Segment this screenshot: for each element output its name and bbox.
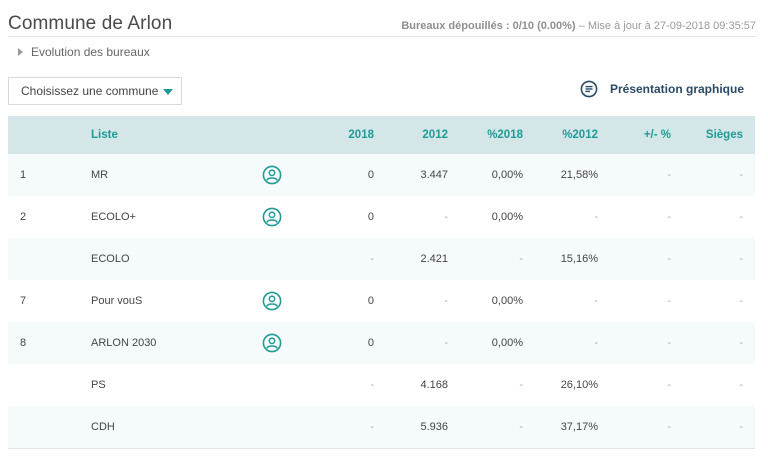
row-sieges: - — [739, 295, 743, 307]
row-percent-2018: 0,00% — [491, 295, 523, 307]
row-votes-2018: 0 — [367, 169, 374, 181]
row-percent-2018: 0,00% — [491, 337, 523, 349]
evolution-label: Evolution des bureaux — [31, 45, 150, 59]
candidates-cell — [261, 154, 283, 196]
chart-list-icon — [580, 80, 598, 98]
row-sieges: - — [739, 421, 743, 433]
row-votes-2012: - — [444, 337, 448, 349]
row-liste: Pour vouS — [91, 295, 143, 307]
candidates-person-icon[interactable] — [262, 291, 282, 311]
column-header-diff[interactable]: +/- % — [644, 116, 671, 154]
row-rank: 2 — [20, 211, 27, 223]
row-votes-2012: 5.936 — [420, 421, 448, 433]
row-votes-2012: 4.168 — [420, 379, 448, 391]
row-votes-2018: 0 — [367, 211, 374, 223]
row-votes-2012: - — [444, 211, 448, 223]
candidates-cell — [261, 196, 283, 238]
graphic-presentation-label: Présentation graphique — [609, 82, 744, 96]
column-header-percent-2018[interactable]: %2018 — [487, 116, 523, 154]
page-header: Commune de Arlon Bureaux dépouillés : 0/… — [8, 10, 756, 37]
page-title: Commune de Arlon — [8, 13, 173, 34]
candidates-cell — [261, 238, 283, 280]
column-header-percent-2012[interactable]: %2012 — [562, 116, 598, 154]
row-votes-2018: - — [370, 253, 374, 265]
row-diff: - — [667, 169, 671, 181]
candidates-person-icon[interactable] — [262, 165, 282, 185]
column-header-2012[interactable]: 2012 — [422, 116, 448, 154]
candidates-cell — [261, 406, 283, 448]
row-percent-2018: - — [519, 253, 523, 265]
column-header-sieges[interactable]: Sièges — [706, 116, 743, 154]
table-row[interactable]: 7 Pour vouS 0 - 0,00% - - - — [8, 280, 755, 322]
row-percent-2012: - — [594, 211, 598, 223]
row-votes-2018: 0 — [367, 295, 374, 307]
row-votes-2012: - — [444, 295, 448, 307]
row-rank: 1 — [20, 169, 27, 181]
row-votes-2018: - — [370, 379, 374, 391]
row-diff: - — [667, 337, 671, 349]
row-diff: - — [667, 421, 671, 433]
row-liste: PS — [91, 379, 106, 391]
row-rank: 8 — [20, 337, 27, 349]
row-votes-2012: 3.447 — [420, 169, 448, 181]
candidates-cell — [261, 280, 283, 322]
row-rank: 7 — [20, 295, 27, 307]
triangle-right-icon — [18, 48, 23, 56]
row-percent-2012: 21,58% — [560, 169, 598, 181]
caret-down-icon — [163, 89, 173, 95]
row-percent-2012: 37,17% — [560, 421, 598, 433]
row-votes-2018: - — [370, 421, 374, 433]
graphic-presentation-link[interactable]: Présentation graphique — [580, 80, 744, 98]
column-header-liste[interactable]: Liste — [91, 116, 118, 154]
table-row[interactable]: ECOLO - 2.421 - 15,16% - - — [8, 238, 755, 280]
row-liste: ECOLO — [91, 253, 130, 265]
row-liste: ECOLO+ — [91, 211, 136, 223]
candidates-cell — [261, 364, 283, 406]
table-body: 1 MR 0 3.447 0,00% 21,58% - - 2 ECOLO+ 0… — [8, 154, 755, 449]
update-status: Bureaux dépouillés : 0/10 (0.00%) – Mise… — [401, 20, 756, 32]
row-percent-2018: - — [519, 379, 523, 391]
row-diff: - — [667, 295, 671, 307]
table-row[interactable]: 8 ARLON 2030 0 - 0,00% - - - — [8, 322, 755, 364]
row-sieges: - — [739, 169, 743, 181]
row-diff: - — [667, 253, 671, 265]
commune-select-value: Choisissez une commune — [21, 84, 159, 98]
candidates-cell — [261, 322, 283, 364]
row-diff: - — [667, 211, 671, 223]
bureaux-count: Bureaux dépouillés : 0/10 (0.00%) — [401, 20, 576, 32]
row-percent-2018: - — [519, 421, 523, 433]
row-percent-2012: 15,16% — [560, 253, 598, 265]
row-liste: CDH — [91, 421, 115, 433]
row-sieges: - — [739, 211, 743, 223]
row-percent-2012: 26,10% — [560, 379, 598, 391]
row-percent-2018: 0,00% — [491, 169, 523, 181]
evolution-toggle[interactable]: Evolution des bureaux — [18, 45, 150, 59]
row-diff: - — [667, 379, 671, 391]
row-percent-2012: - — [594, 295, 598, 307]
candidates-person-icon[interactable] — [262, 207, 282, 227]
row-liste: MR — [91, 169, 109, 181]
row-votes-2018: 0 — [367, 337, 374, 349]
table-header-row: Liste 2018 2012 %2018 %2012 +/- % Sièges — [8, 116, 755, 154]
row-liste: ARLON 2030 — [91, 337, 157, 349]
results-table: Liste 2018 2012 %2018 %2012 +/- % Sièges… — [8, 116, 755, 449]
row-percent-2018: 0,00% — [491, 211, 523, 223]
candidates-person-icon[interactable] — [262, 333, 282, 353]
table-row[interactable]: 1 MR 0 3.447 0,00% 21,58% - - — [8, 154, 755, 196]
update-timestamp: – Mise à jour à 27-09-2018 09:35:57 — [575, 20, 756, 32]
row-sieges: - — [739, 337, 743, 349]
row-percent-2012: - — [594, 337, 598, 349]
commune-select[interactable]: Choisissez une commune — [8, 77, 182, 105]
table-row[interactable]: PS - 4.168 - 26,10% - - — [8, 364, 755, 406]
table-row[interactable]: 2 ECOLO+ 0 - 0,00% - - - — [8, 196, 755, 238]
row-sieges: - — [739, 379, 743, 391]
row-sieges: - — [739, 253, 743, 265]
column-header-2018[interactable]: 2018 — [348, 116, 374, 154]
row-votes-2012: 2.421 — [420, 253, 448, 265]
table-row[interactable]: CDH - 5.936 - 37,17% - - — [8, 406, 755, 449]
